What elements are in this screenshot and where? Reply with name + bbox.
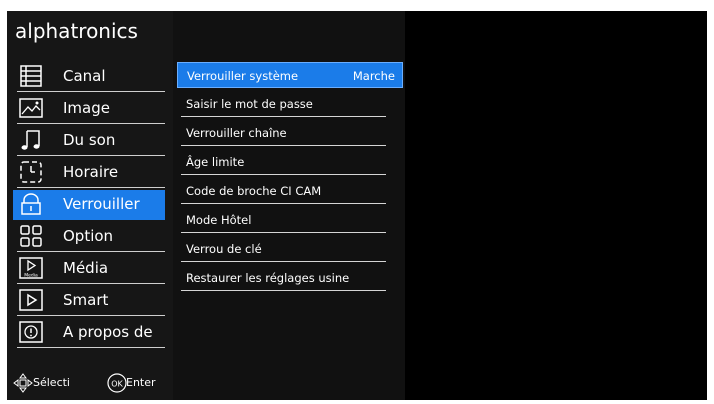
clock-icon: [20, 161, 42, 183]
divider: [17, 91, 165, 92]
sidebar-item-media[interactable]: Media Média: [13, 254, 165, 284]
info-icon: [19, 321, 43, 343]
divider: [17, 155, 165, 156]
ok-button-icon: OK: [107, 373, 127, 393]
divider: [181, 232, 386, 233]
media-icon: Media: [19, 257, 43, 279]
sidebar-item-label: A propos de: [63, 323, 153, 341]
sidebar-item-label: Du son: [63, 131, 116, 149]
submenu-item-verrouiller-chaine[interactable]: Verrouiller chaîne: [177, 120, 403, 146]
submenu-item-label: Mode Hôtel: [186, 213, 252, 227]
sidebar-item-label: Verrouiller: [63, 195, 140, 213]
music-note-icon: [21, 130, 40, 150]
divider: [181, 145, 386, 146]
sidebar-item-label: Image: [63, 99, 110, 117]
divider: [17, 315, 165, 316]
sidebar-item-verrouiller[interactable]: Verrouiller: [13, 190, 165, 220]
submenu-item-label: Restaurer les réglages usine: [186, 271, 350, 285]
svg-text:OK: OK: [111, 380, 123, 389]
submenu-item-label: Âge limite: [186, 155, 245, 169]
sidebar-item-image[interactable]: Image: [13, 94, 165, 124]
submenu-item-age-limite[interactable]: Âge limite: [177, 149, 403, 175]
submenu-item-verrou-de-cle[interactable]: Verrou de clé: [177, 236, 403, 262]
divider: [17, 123, 165, 124]
image-icon: [19, 98, 43, 118]
svg-text:Media: Media: [24, 273, 38, 279]
submenu-item-label: Verrou de clé: [186, 242, 262, 256]
sidebar-item-label: Horaire: [63, 163, 119, 181]
submenu-item-mode-hotel[interactable]: Mode Hôtel: [177, 207, 403, 233]
sidebar-item-smart[interactable]: Smart: [13, 286, 165, 316]
submenu-item-label: Verrouiller système: [187, 69, 299, 83]
submenu-item-label: Code de broche CI CAM: [186, 184, 322, 198]
submenu-item-value: Marche: [352, 69, 395, 83]
sidebar-item-option[interactable]: Option: [13, 222, 165, 252]
lock-icon: [21, 193, 41, 215]
enter-hint-label: Enter: [126, 376, 156, 389]
divider: [17, 347, 165, 348]
divider: [181, 290, 386, 291]
submenu-item-verrouiller-systeme[interactable]: Verrouiller système Marche: [177, 62, 403, 88]
divider: [181, 261, 386, 262]
sidebar: alphatronics Canal Image Du son Horaire …: [7, 11, 173, 400]
submenu-item-restaurer-reglages[interactable]: Restaurer les réglages usine: [177, 265, 403, 291]
divider: [17, 187, 165, 188]
submenu-item-label: Verrouiller chaîne: [186, 126, 287, 140]
sidebar-item-horaire[interactable]: Horaire: [13, 158, 165, 188]
divider: [181, 203, 386, 204]
divider: [17, 283, 165, 284]
divider: [181, 174, 386, 175]
submenu-item-saisir-mot-de-passe[interactable]: Saisir le mot de passe: [177, 91, 403, 117]
submenu-item-code-ci-cam[interactable]: Code de broche CI CAM: [177, 178, 403, 204]
sidebar-item-label: Canal: [63, 67, 106, 85]
sidebar-item-label: Smart: [63, 291, 109, 309]
grid-icon: [20, 225, 42, 247]
sidebar-item-canal[interactable]: Canal: [13, 62, 165, 92]
divider: [181, 116, 386, 117]
sidebar-item-a-propos[interactable]: A propos de: [13, 318, 165, 348]
brand-logo: alphatronics: [15, 19, 138, 43]
list-icon: [20, 65, 42, 87]
sidebar-item-du-son[interactable]: Du son: [13, 126, 165, 156]
tv-screen: alphatronics Canal Image Du son Horaire …: [7, 11, 707, 400]
divider: [17, 251, 165, 252]
submenu-item-label: Saisir le mot de passe: [186, 97, 313, 111]
play-icon: [19, 289, 43, 311]
sidebar-item-label: Option: [63, 227, 114, 245]
sidebar-item-label: Média: [63, 259, 109, 277]
select-hint-label: Sélecti: [33, 376, 70, 389]
lock-submenu: Verrouiller système Marche Saisir le mot…: [173, 11, 405, 400]
navigate-arrows-icon: [13, 373, 33, 393]
